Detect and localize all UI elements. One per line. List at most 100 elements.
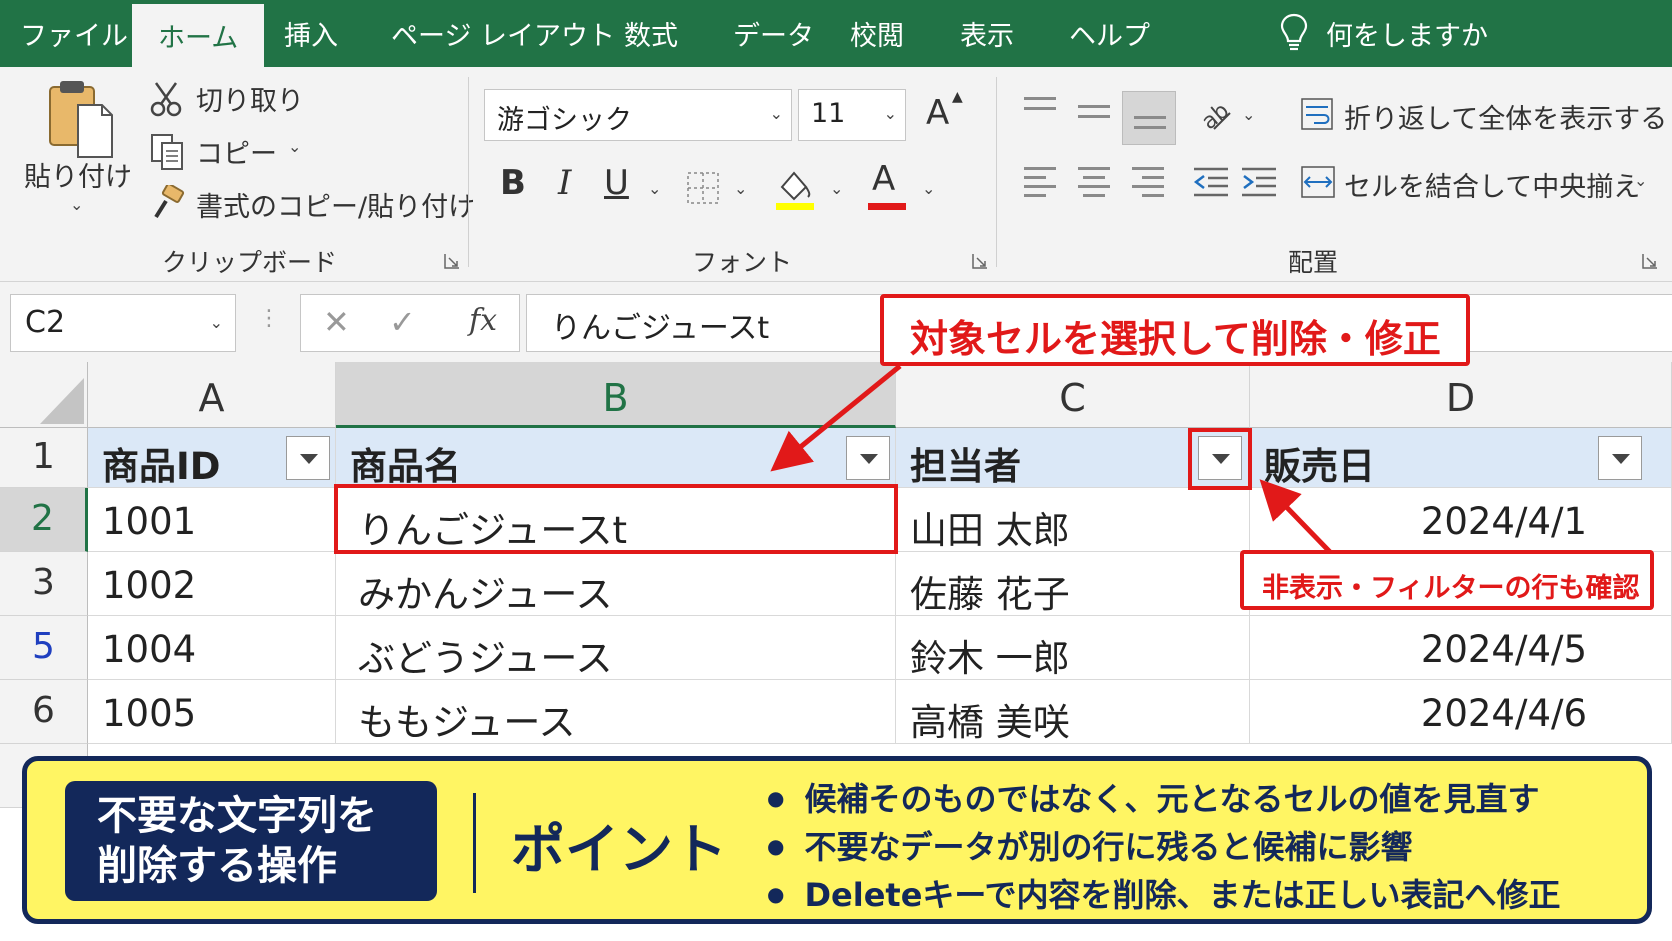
more-dots-icon: ⋮ <box>258 306 280 331</box>
table-cell[interactable]: 2024/4/5 <box>1250 616 1672 680</box>
table-cell[interactable]: 佐藤 花子 <box>896 552 1250 616</box>
filter-dropdown-icon[interactable] <box>286 436 330 480</box>
row-header-5[interactable]: 5 <box>0 616 88 680</box>
row-header-2[interactable]: 2 <box>0 488 88 552</box>
tab-file[interactable]: ファイル <box>20 14 128 53</box>
tab-help[interactable]: ヘルプ <box>1069 14 1150 53</box>
bold-button[interactable]: B <box>500 163 526 203</box>
paste-icon[interactable] <box>46 77 116 161</box>
font-color-button[interactable]: A <box>872 159 895 199</box>
table-cell[interactable]: 2024/4/6 <box>1250 680 1672 744</box>
format-painter-button[interactable]: 書式のコピー/貼り付け <box>196 185 475 224</box>
table-cell[interactable]: 1001 <box>88 488 336 552</box>
copy-button[interactable]: コピー <box>196 132 277 171</box>
fill-color-dropdown-arrow[interactable]: ⌄ <box>830 179 843 198</box>
merge-dropdown-arrow[interactable]: ⌄ <box>1634 171 1647 190</box>
font-name-value: 游ゴシック <box>497 105 632 136</box>
table-cell[interactable]: 山田 太郎 <box>896 488 1250 552</box>
align-top-icon[interactable] <box>1024 97 1060 123</box>
tab-insert[interactable]: 挿入 <box>284 14 338 53</box>
increase-indent-icon[interactable] <box>1240 165 1278 199</box>
italic-button[interactable]: I <box>558 163 571 203</box>
alignment-launcher-icon[interactable] <box>1642 253 1658 269</box>
tab-review[interactable]: 校閲 <box>850 14 904 53</box>
table-cell[interactable]: ももジュース <box>336 680 896 744</box>
paste-dropdown-arrow[interactable]: ⌄ <box>70 195 83 214</box>
align-middle-icon[interactable] <box>1078 105 1114 131</box>
font-size-select[interactable]: 11 ⌄ <box>798 89 906 141</box>
orientation-icon[interactable]: ab <box>1196 95 1234 133</box>
borders-dropdown-arrow[interactable]: ⌄ <box>734 179 747 198</box>
name-box[interactable]: C2 ⌄ <box>10 294 236 352</box>
tip-title-line: 不要な文字列を <box>97 793 377 839</box>
selected-cell-highlight <box>334 484 898 554</box>
borders-icon[interactable] <box>686 171 720 205</box>
column-header-d[interactable]: D <box>1250 362 1672 428</box>
align-right-icon[interactable] <box>1132 167 1168 197</box>
underline-button[interactable]: U <box>604 163 629 203</box>
cell-text: 山田 太郎 <box>910 509 1070 552</box>
merge-center-icon <box>1301 166 1335 198</box>
lightbulb-icon[interactable] <box>1278 12 1310 52</box>
table-cell[interactable]: 1005 <box>88 680 336 744</box>
decrease-indent-icon[interactable] <box>1192 165 1230 199</box>
tab-data[interactable]: データ <box>733 14 814 53</box>
orientation-dropdown-arrow[interactable]: ⌄ <box>1242 105 1255 124</box>
column-header-a[interactable]: A <box>88 362 336 428</box>
underline-dropdown-arrow[interactable]: ⌄ <box>648 179 661 198</box>
cell-text: みかんジュース <box>358 573 613 616</box>
alignment-group-label: 配置 <box>1288 248 1339 277</box>
font-launcher-icon[interactable] <box>972 253 988 269</box>
table-cell[interactable]: 高橋 美咲 <box>896 680 1250 744</box>
formula-value: りんごジュースt <box>551 311 770 346</box>
font-color-dropdown-arrow[interactable]: ⌄ <box>922 179 935 198</box>
font-group-label: フォント <box>692 248 793 277</box>
tip-title: 不要な文字列を 削除する操作 <box>65 781 437 901</box>
cell-text: 鈴木 一郎 <box>910 637 1070 680</box>
table-header-cell[interactable]: 商品ID <box>88 428 336 488</box>
group-separator <box>996 77 997 267</box>
cut-button[interactable]: 切り取り <box>196 79 304 118</box>
header-label: 商品名 <box>350 445 461 488</box>
paste-button[interactable]: 貼り付け <box>24 155 132 194</box>
table-cell[interactable]: 鈴木 一郎 <box>896 616 1250 680</box>
table-cell[interactable]: 1004 <box>88 616 336 680</box>
grow-font-button[interactable]: A <box>926 93 949 133</box>
cancel-icon[interactable]: ✕ <box>323 303 350 341</box>
wrap-text-button[interactable]: 折り返して全体を表示する <box>1344 97 1667 136</box>
fill-color-icon[interactable] <box>774 167 816 211</box>
tab-page-layout[interactable]: ページ レイアウト <box>391 14 615 53</box>
table-cell[interactable]: 2024/4/1 <box>1250 488 1672 552</box>
font-name-select[interactable]: 游ゴシック ⌄ <box>484 89 792 141</box>
tell-me-search[interactable]: 何をしますか <box>1326 14 1488 53</box>
table-cell[interactable]: みかんジュース <box>336 552 896 616</box>
copy-dropdown-arrow[interactable]: ⌄ <box>288 137 301 156</box>
clipboard-launcher-icon[interactable] <box>444 253 460 269</box>
row-header-6[interactable]: 6 <box>0 680 88 744</box>
tab-home[interactable]: ホーム <box>132 4 265 67</box>
align-bottom-button[interactable] <box>1122 91 1176 145</box>
filter-dropdown-icon[interactable] <box>846 436 890 480</box>
copy-icon <box>151 134 183 170</box>
insert-function-icon[interactable]: fx <box>469 303 497 338</box>
select-all-button[interactable] <box>0 362 88 428</box>
table-header-cell[interactable]: 販売日 <box>1250 428 1672 488</box>
filter-button-highlight <box>1188 428 1252 490</box>
tab-formulas[interactable]: 数式 <box>624 14 678 53</box>
enter-check-icon[interactable]: ✓ <box>389 303 416 341</box>
tab-view[interactable]: 表示 <box>960 14 1014 53</box>
column-header-c[interactable]: C <box>896 362 1250 428</box>
header-label: 商品ID <box>102 445 221 488</box>
column-header-b[interactable]: B <box>336 362 896 428</box>
row-header-1[interactable]: 1 <box>0 428 88 488</box>
table-cell[interactable]: 1002 <box>88 552 336 616</box>
align-left-icon[interactable] <box>1024 167 1060 197</box>
chevron-down-icon: ⌄ <box>769 104 783 123</box>
table-header-cell[interactable]: 商品名 <box>336 428 896 488</box>
filter-dropdown-icon[interactable] <box>1598 436 1642 480</box>
row-header-3[interactable]: 3 <box>0 552 88 616</box>
align-center-icon[interactable] <box>1078 167 1114 197</box>
cell-text: ももジュース <box>358 701 576 744</box>
merge-center-button[interactable]: セルを結合して中央揃え <box>1344 165 1640 204</box>
table-cell[interactable]: ぶどうジュース <box>336 616 896 680</box>
